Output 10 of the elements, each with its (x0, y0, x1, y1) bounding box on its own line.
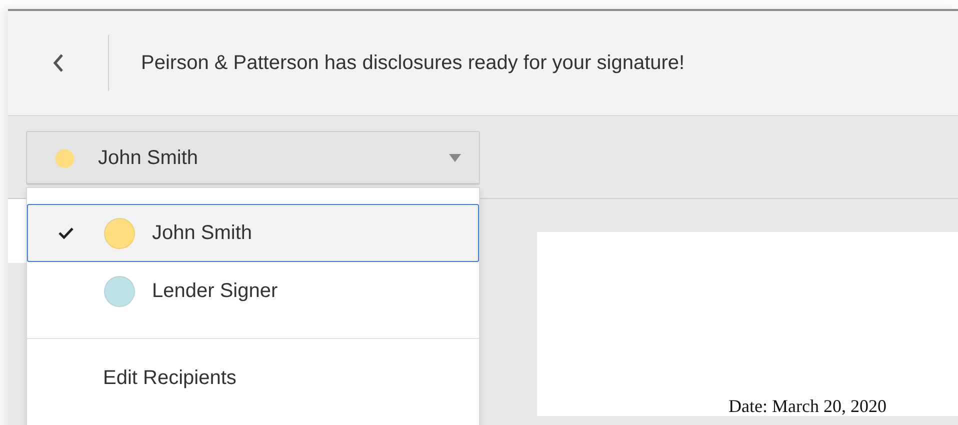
document-text: Date: March 20, 2020 (728, 396, 886, 416)
header-message: Peirson & Patterson has disclosures ready for your signature! (141, 52, 685, 74)
check-icon (58, 227, 74, 239)
recipient-option[interactable]: Lender Signer (27, 262, 479, 320)
recipient-dropdown[interactable]: John Smith (26, 131, 480, 185)
recipient-option[interactable]: John Smith (27, 204, 479, 262)
selected-recipient: John Smith (98, 146, 200, 170)
back-icon (52, 53, 64, 73)
edit-recipients-option[interactable]: Edit Recipients (27, 339, 479, 390)
caret-icon (449, 154, 461, 162)
